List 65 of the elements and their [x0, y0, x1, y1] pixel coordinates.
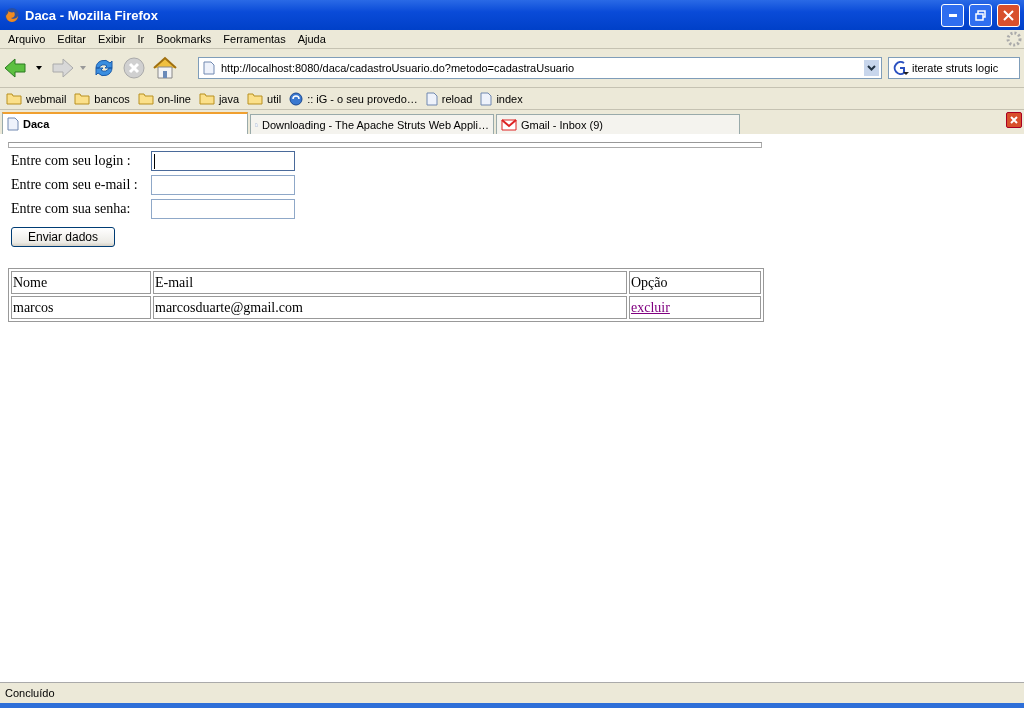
dropdown-caret-icon[interactable] — [36, 66, 42, 70]
envelope-icon — [501, 118, 517, 131]
page-icon — [480, 91, 493, 106]
status-text: Concluído — [5, 687, 55, 699]
submit-button[interactable]: Enviar dados — [11, 227, 115, 247]
address-bar[interactable]: http://localhost:8080/daca/cadastroUsuario.do?metodo=cadastraUsuario — [198, 57, 882, 79]
page-icon — [425, 91, 438, 106]
column-header: Nome — [11, 271, 151, 294]
menu-item[interactable]: Exibir — [92, 33, 132, 45]
column-header: E-mail — [153, 271, 627, 294]
folder-icon — [247, 92, 264, 105]
bookmark-item[interactable]: util — [247, 92, 282, 105]
bookmark-item[interactable]: webmail — [6, 92, 67, 105]
home-icon[interactable] — [152, 56, 178, 80]
g-letter-icon — [892, 60, 910, 76]
search-text: iterate struts logic — [912, 62, 1000, 74]
bookmark-item[interactable]: :: iG - o seu provedo… — [289, 91, 418, 106]
restore-icon — [975, 9, 986, 21]
delete-link[interactable]: excluir — [631, 299, 670, 315]
menu-item[interactable]: Arquivo — [2, 33, 52, 45]
bookmark-item[interactable]: index — [480, 91, 523, 106]
input-field[interactable] — [151, 175, 295, 195]
bookmark-item[interactable]: bancos — [74, 92, 130, 105]
folder-icon — [74, 92, 91, 105]
browser-tab[interactable]: Gmail - Inbox (9) — [496, 114, 740, 134]
window-title: Daca - Mozilla Firefox — [25, 7, 159, 23]
minimize-button[interactable] — [941, 3, 964, 27]
bookmark-item[interactable]: reload — [425, 91, 473, 106]
restore-button[interactable] — [969, 3, 992, 27]
page-icon — [7, 117, 19, 131]
field-label: Entre com sua senha: — [11, 201, 132, 217]
dropdown-caret-icon — [80, 66, 86, 70]
field-label: Entre com seu login : — [11, 153, 132, 169]
globe-icon — [289, 91, 304, 106]
bookmark-item[interactable]: java — [198, 92, 240, 105]
folder-icon — [6, 92, 22, 105]
close-icon — [1010, 116, 1018, 124]
menu-item[interactable]: Bookmarks — [150, 33, 218, 45]
minimize-icon — [948, 13, 957, 17]
close-tab-button[interactable] — [1006, 112, 1022, 128]
search-field[interactable]: iterate struts logic — [888, 57, 1020, 79]
address-text: http://localhost:8080/daca/cadastroUsuario.do?metodo=cadastraUsuario — [221, 62, 576, 74]
chevron-down-icon — [867, 65, 876, 71]
folder-icon — [198, 92, 215, 105]
close-button[interactable] — [997, 3, 1020, 27]
stop-icon — [122, 56, 146, 80]
menu-item[interactable]: Ajuda — [291, 33, 332, 45]
input-field[interactable] — [151, 199, 295, 219]
table-cell: marcos — [11, 296, 151, 319]
field-label: Entre com seu e-mail : — [11, 177, 139, 193]
page-icon — [203, 61, 215, 75]
column-header: Opção — [629, 271, 761, 294]
menu-item[interactable]: Ir — [131, 33, 151, 45]
browser-tab[interactable]: Daca — [2, 112, 248, 134]
firefox-icon — [4, 7, 20, 23]
input-field[interactable] — [151, 151, 295, 171]
menu-item[interactable]: Ferramentas — [217, 33, 292, 45]
menu-item[interactable]: Editar — [51, 33, 93, 45]
dropdown-button[interactable] — [864, 60, 879, 76]
folder-icon — [137, 92, 154, 105]
bookmark-item[interactable]: on-line — [137, 92, 191, 105]
browser-tab[interactable]: Downloading - The Apache Struts Web Appli… — [250, 114, 494, 134]
table-cell: marcosduarte@gmail.com — [153, 296, 627, 319]
throbber-icon — [1006, 31, 1022, 47]
close-icon — [1003, 9, 1014, 21]
